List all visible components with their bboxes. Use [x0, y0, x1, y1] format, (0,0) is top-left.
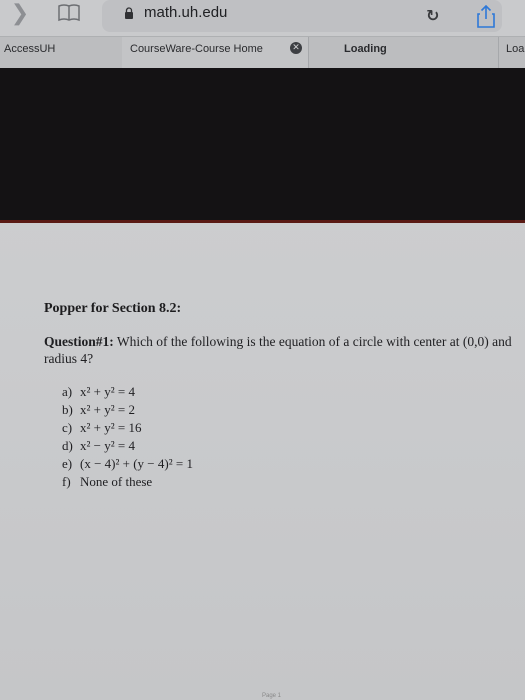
option-e: e) (x − 4)² + (y − 4)² = 1 [62, 456, 193, 471]
question-body: Which of the following is the equation o… [44, 334, 512, 366]
option-b: b) x² + y² = 2 [62, 402, 135, 417]
question-text: Question#1: Which of the following is th… [44, 333, 514, 367]
option-c: c) x² + y² = 16 [62, 420, 142, 435]
option-a: a) x² + y² = 4 [62, 384, 135, 399]
share-icon[interactable] [476, 4, 496, 28]
document-page: Popper for Section 8.2: Question#1: Whic… [0, 223, 525, 700]
tab-label: Loa [506, 43, 525, 55]
page-number: Page 1 [262, 693, 282, 699]
tab-label: CourseWare-Course Home [130, 43, 263, 55]
bookmarks-book-icon[interactable] [58, 4, 80, 22]
lock-icon [125, 7, 133, 19]
tab-strip: AccessUH CourseWare-Course Home Loading … [0, 36, 525, 69]
tab-close-icon[interactable]: ✕ [290, 42, 302, 54]
page-title: Popper for Section 8.2: [44, 301, 182, 316]
url-text: math.uh.edu [144, 4, 228, 21]
tab-label: AccessUH [4, 43, 56, 55]
back-chevron-icon[interactable]: ❯ [6, 2, 34, 28]
option-d: d) x² − y² = 4 [62, 438, 135, 453]
tab-courseware-home[interactable]: CourseWare-Course Home [122, 37, 309, 69]
tab-label: Loading [344, 43, 387, 55]
browser-toolbar: ❯ math.uh.edu ↻ [0, 0, 525, 36]
option-f: f) None of these [62, 474, 153, 489]
answer-options: a) x² + y² = 4 b) x² + y² = 2 c) x² + y² = … [62, 383, 193, 491]
tab-accessuh[interactable]: AccessUH [0, 37, 123, 69]
question-label: Question#1: [44, 334, 114, 349]
reload-icon[interactable]: ↻ [426, 6, 439, 25]
page-banner [0, 68, 525, 223]
tab-loading-partial[interactable]: Loa [498, 37, 525, 69]
tab-loading[interactable]: Loading [308, 37, 499, 69]
